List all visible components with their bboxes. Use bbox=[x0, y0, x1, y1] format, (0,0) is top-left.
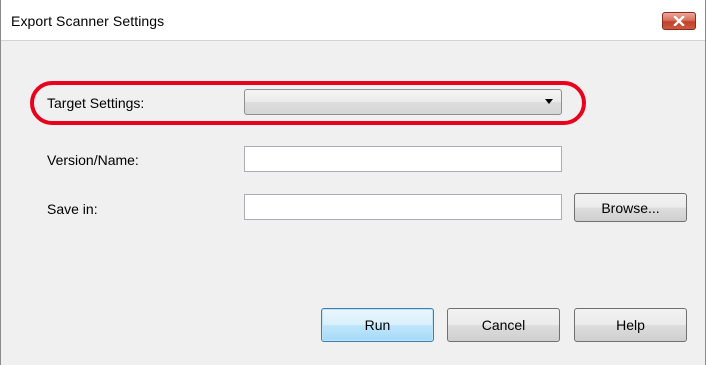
browse-button[interactable]: Browse... bbox=[574, 193, 687, 222]
save-in-field[interactable] bbox=[244, 194, 562, 220]
version-name-label: Version/Name: bbox=[47, 152, 139, 168]
target-settings-label: Target Settings: bbox=[47, 95, 145, 111]
dialog-body: Target Settings: Version/Name: Save in: … bbox=[1, 41, 705, 365]
export-scanner-settings-dialog: Export Scanner Settings Target Settings:… bbox=[0, 0, 706, 365]
title-bar[interactable]: Export Scanner Settings bbox=[1, 0, 705, 41]
run-button[interactable]: Run bbox=[321, 308, 434, 342]
save-in-label: Save in: bbox=[47, 201, 98, 217]
help-button[interactable]: Help bbox=[574, 308, 687, 342]
target-settings-dropdown[interactable] bbox=[244, 89, 562, 115]
chevron-down-icon bbox=[545, 99, 553, 104]
version-name-field[interactable] bbox=[244, 146, 562, 172]
close-button[interactable] bbox=[662, 12, 696, 30]
cancel-button[interactable]: Cancel bbox=[447, 308, 560, 342]
close-icon bbox=[673, 16, 685, 26]
window-title: Export Scanner Settings bbox=[11, 13, 165, 29]
